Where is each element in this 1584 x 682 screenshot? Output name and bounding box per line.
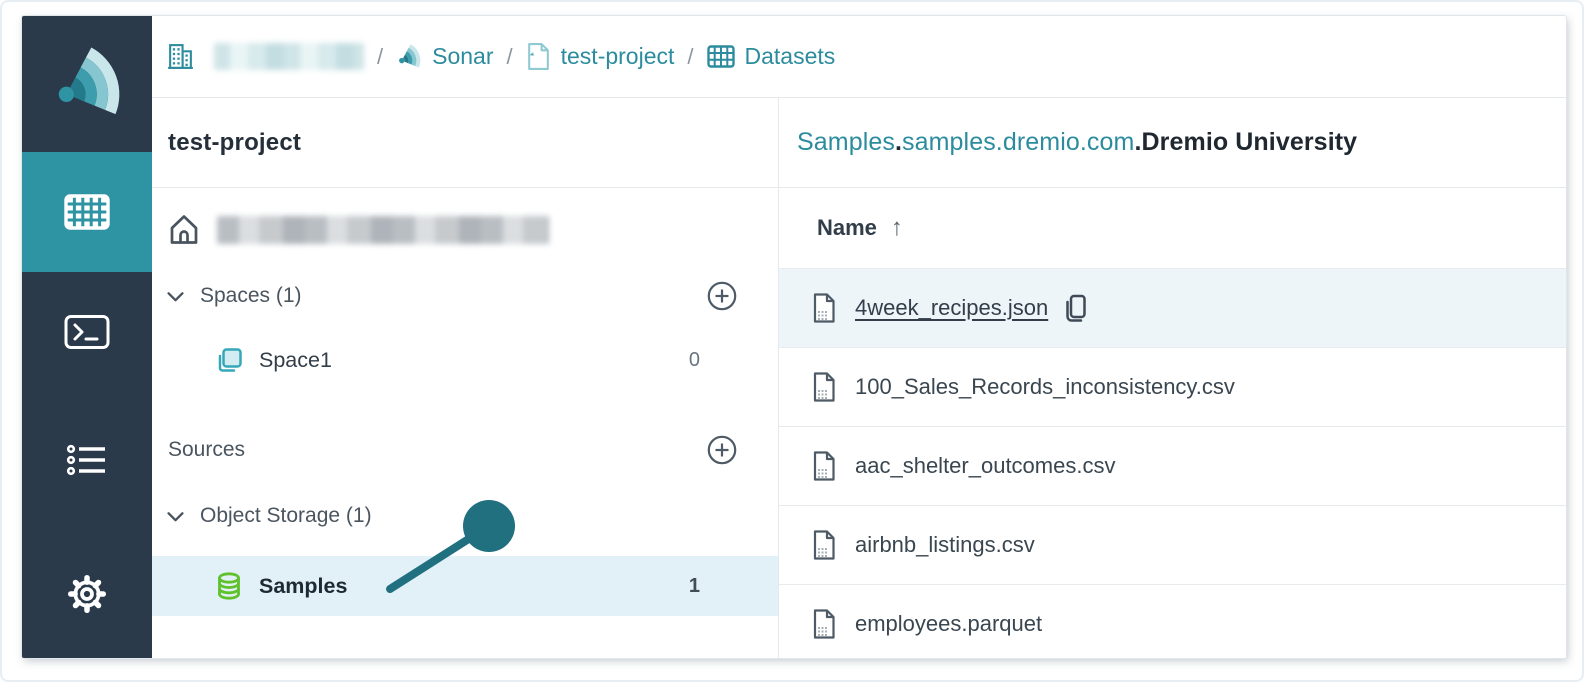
copy-icon [1062, 293, 1088, 323]
object-storage-section-label: Object Storage (1) [200, 504, 372, 528]
organization-icon [167, 42, 194, 71]
samples-count: 1 [689, 575, 700, 598]
content-area: test-project S [152, 98, 1566, 658]
datasets-panel: Samples.samples.dremio.com.Dremio Univer… [779, 98, 1566, 658]
breadcrumb-separator: / [377, 44, 383, 70]
file-name-link[interactable]: 4week_recipes.json [855, 295, 1048, 321]
breadcrumb-datasets[interactable]: Datasets [707, 43, 836, 70]
dremio-app-window: / Sonar / test-project / [22, 16, 1566, 658]
resource-tree: Spaces (1) [152, 188, 778, 616]
terminal-icon [64, 314, 110, 350]
tree-item-space1[interactable]: Space1 0 [152, 332, 778, 388]
path-part-bucket[interactable]: samples.dremio.com [902, 128, 1134, 156]
path-part-samples[interactable]: Samples [797, 128, 895, 156]
project-file-icon [526, 42, 551, 71]
file-name[interactable]: employees.parquet [855, 611, 1042, 637]
home-icon [167, 212, 201, 248]
sonar-icon [396, 44, 422, 70]
sidebar-item-settings[interactable] [22, 558, 152, 630]
chevron-down-icon [167, 511, 184, 522]
home-path-redacted [217, 216, 549, 244]
sort-ascending-icon: ↑ [891, 214, 903, 242]
main-area: / Sonar / test-project / [152, 16, 1566, 658]
sources-section-label: Sources [168, 438, 245, 462]
sonar-logo-icon [50, 47, 124, 121]
database-icon [215, 571, 243, 601]
org-name-redacted [214, 43, 364, 70]
project-title: test-project [168, 129, 301, 157]
space-icon [215, 346, 243, 374]
path-part-folder: Dremio University [1142, 128, 1358, 156]
file-icon [811, 450, 837, 482]
breadcrumb: / Sonar / test-project / [152, 16, 1566, 98]
table-row[interactable]: employees.parquet [779, 584, 1566, 658]
path-dot: . [895, 128, 902, 156]
breadcrumb-datasets-label: Datasets [745, 43, 836, 70]
jobs-list-icon [66, 443, 108, 477]
plus-circle-icon [706, 280, 738, 312]
sidebar-item-datasets[interactable] [22, 152, 152, 272]
datasets-grid-icon [64, 194, 110, 230]
sidebar-item-sql-runner[interactable] [22, 296, 152, 368]
space1-label: Space1 [259, 348, 332, 373]
table-row[interactable]: 4week_recipes.json [779, 268, 1566, 347]
space1-count: 0 [689, 349, 700, 372]
spaces-section-label: Spaces (1) [200, 284, 302, 308]
name-column-label: Name [817, 215, 877, 241]
file-name[interactable]: 100_Sales_Records_inconsistency.csv [855, 374, 1235, 400]
file-name[interactable]: aac_shelter_outcomes.csv [855, 453, 1115, 479]
tree-item-samples-selected[interactable]: Samples 1 [152, 556, 778, 616]
tree-section-object-storage[interactable]: Object Storage (1) [152, 488, 778, 544]
breadcrumb-sonar-label: Sonar [432, 43, 493, 70]
tree-section-sources[interactable]: Sources [152, 422, 778, 478]
left-nav-rail [22, 16, 152, 658]
dataset-path: Samples.samples.dremio.com.Dremio Univer… [797, 128, 1357, 157]
tree-section-spaces[interactable]: Spaces (1) [152, 268, 778, 324]
file-icon [811, 371, 837, 403]
breadcrumb-separator: / [507, 44, 513, 70]
gear-icon [67, 574, 107, 614]
table-row[interactable]: aac_shelter_outcomes.csv [779, 426, 1566, 505]
plus-circle-icon [706, 434, 738, 466]
tree-spacer [152, 388, 778, 422]
table-row[interactable]: airbnb_listings.csv [779, 505, 1566, 584]
screenshot-frame: / Sonar / test-project / [0, 0, 1584, 682]
dataset-path-header: Samples.samples.dremio.com.Dremio Univer… [779, 98, 1566, 188]
breadcrumb-org[interactable] [167, 42, 364, 71]
sidebar-item-jobs[interactable] [22, 424, 152, 496]
chevron-down-icon [167, 291, 184, 302]
path-dot: . [1134, 128, 1141, 156]
file-name[interactable]: airbnb_listings.csv [855, 532, 1035, 558]
add-space-button[interactable] [706, 280, 738, 312]
breadcrumb-project-label: test-project [561, 43, 675, 70]
dremio-logo[interactable] [22, 16, 152, 152]
file-icon [811, 292, 837, 324]
file-icon [811, 529, 837, 561]
breadcrumb-project[interactable]: test-project [526, 42, 675, 71]
project-tree-panel: test-project S [152, 98, 779, 658]
samples-label: Samples [259, 574, 347, 599]
datasets-grid-icon [707, 45, 735, 68]
tree-item-home[interactable] [152, 202, 778, 258]
project-panel-header: test-project [152, 98, 778, 188]
file-icon [811, 608, 837, 640]
add-source-button[interactable] [706, 434, 738, 466]
copy-path-button[interactable] [1062, 293, 1088, 323]
table-row[interactable]: 100_Sales_Records_inconsistency.csv [779, 347, 1566, 426]
breadcrumb-separator: / [687, 44, 693, 70]
table-column-header-name[interactable]: Name ↑ [779, 188, 1566, 268]
breadcrumb-sonar[interactable]: Sonar [396, 43, 493, 70]
